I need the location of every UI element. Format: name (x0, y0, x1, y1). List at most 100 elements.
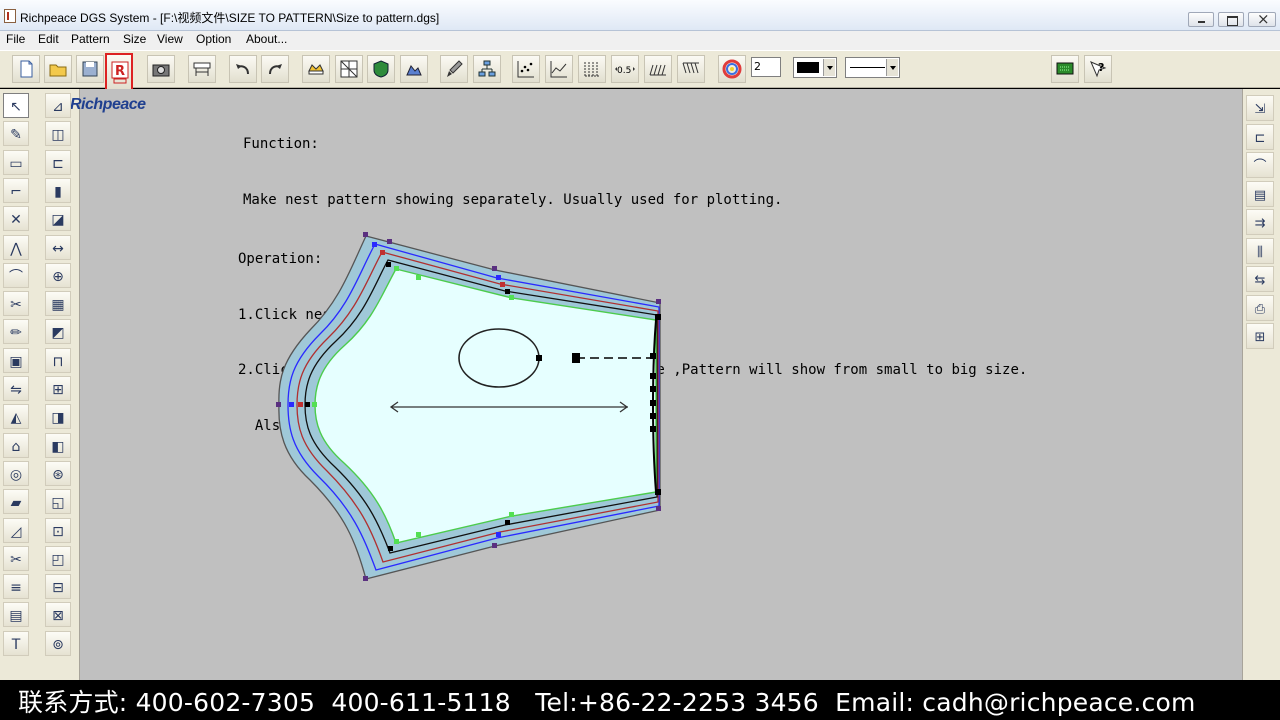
notch-icon[interactable]: ⊛ (45, 460, 71, 486)
svg-text:▤: ▤ (9, 608, 22, 624)
move-piece-icon[interactable]: ⊟ (45, 574, 71, 600)
menu-file[interactable]: File (6, 32, 25, 46)
camera-icon[interactable] (147, 55, 175, 83)
marker-icon[interactable]: ◰ (45, 545, 71, 571)
brush-icon[interactable] (440, 55, 468, 83)
network-icon[interactable] (473, 55, 501, 83)
seam-icon[interactable]: ⊓ (45, 347, 71, 373)
dart-icon[interactable]: ⊏ (45, 149, 71, 175)
stripe-tool-icon[interactable]: ▤ (3, 602, 29, 628)
svg-text:≡: ≡ (10, 580, 22, 596)
stitch-icon[interactable]: ⊚ (45, 630, 71, 656)
ruler-tool-icon[interactable]: ⌐ (3, 177, 29, 203)
line-style-select[interactable] (845, 57, 900, 78)
grading-fan-down-icon[interactable] (677, 55, 705, 83)
button-icon[interactable]: ⊕ (45, 262, 71, 288)
ruler-yellow-icon[interactable]: ▰ (3, 489, 29, 515)
size-table-icon[interactable]: ⫼ (1246, 237, 1274, 264)
svg-text:↔: ↔ (52, 241, 64, 257)
text-tool-icon[interactable]: T (3, 630, 29, 656)
dimension-tool-icon[interactable]: ✕ (3, 206, 29, 232)
menu-option[interactable]: Option (196, 32, 231, 46)
menu-about[interactable]: About... (246, 32, 287, 46)
measure-length-icon[interactable]: ↔ (45, 234, 71, 260)
svg-text:?: ? (1098, 61, 1104, 74)
rotate-piece-icon[interactable]: ◩ (45, 319, 71, 345)
pencil-tool-icon[interactable]: ✏ (3, 319, 29, 345)
menu-view[interactable]: View (157, 32, 183, 46)
spiral-tool-icon[interactable]: ◎ (3, 460, 29, 486)
compass-tool-icon[interactable]: ⋀ (3, 234, 29, 260)
title-bar: Richpeace DGS System - [F:\视频文件\SIZE TO … (0, 0, 1280, 31)
arrange-icon[interactable]: ⇉ (1246, 209, 1274, 235)
pattern-grid-icon[interactable]: ▦ (45, 291, 71, 317)
menu-edit[interactable]: Edit (38, 32, 59, 46)
window-title: Richpeace DGS System - [F:\视频文件\SIZE TO … (20, 11, 440, 25)
shield-icon[interactable] (367, 55, 395, 83)
svg-text:▦: ▦ (51, 297, 64, 313)
svg-text:◭: ◭ (11, 410, 22, 426)
redo-icon[interactable] (261, 55, 289, 83)
save-file-icon[interactable] (76, 55, 104, 83)
new-file-icon[interactable] (12, 55, 40, 83)
plot-layout-icon[interactable]: ⊞ (1246, 323, 1274, 349)
shape-icon[interactable]: ◱ (45, 489, 71, 515)
sleeve-pattern[interactable] (270, 228, 670, 588)
line-color-select[interactable] (793, 57, 837, 78)
grading-fan-icon[interactable] (644, 55, 672, 83)
angle-tool-icon[interactable]: ◿ (3, 517, 29, 543)
richpeace-logo: Richpeace (70, 96, 146, 113)
adjust-tool-icon[interactable]: ⊿ (45, 93, 71, 118)
sleeve-icon[interactable]: ▮ (45, 177, 71, 203)
nest-icon[interactable]: ⇆ (1246, 266, 1274, 292)
minimize-button[interactable] (1188, 12, 1214, 27)
pair-pieces-icon[interactable]: ◧ (45, 432, 71, 458)
undo-icon[interactable] (229, 55, 257, 83)
close-button[interactable] (1248, 10, 1276, 28)
help-icon[interactable]: ? (1084, 55, 1112, 83)
sewing-machine-icon[interactable]: ▣ (3, 347, 29, 373)
pen-tool-icon[interactable]: ✎ (3, 121, 29, 147)
hill-tool-icon[interactable]: ⌂ (3, 432, 29, 458)
print-icon[interactable]: ⎙ (1246, 294, 1274, 321)
color-wheel-icon[interactable] (718, 55, 746, 83)
curve-tool-icon[interactable]: ⌒ (3, 262, 29, 288)
size-to-pattern-icon[interactable]: R (105, 53, 133, 91)
zoom-piece-icon[interactable]: ◨ (45, 404, 71, 430)
pattern-piece-icon[interactable]: ◫ (45, 121, 71, 147)
open-file-icon[interactable] (44, 55, 72, 83)
maximize-button[interactable] (1218, 12, 1244, 27)
crown-select-icon[interactable] (302, 55, 330, 83)
copy-piece-icon[interactable]: ⊡ (45, 517, 71, 543)
rectangle-tool-icon[interactable]: ▭ (3, 149, 29, 175)
step-icon[interactable]: 0.5 (611, 55, 639, 83)
rotate-pattern-icon[interactable] (400, 55, 428, 83)
monitor-icon[interactable] (1051, 55, 1079, 83)
dot-grid-icon[interactable] (578, 55, 606, 83)
line-graph-icon[interactable] (545, 55, 573, 83)
scissors-tool-icon[interactable]: ✂ (3, 291, 29, 317)
svg-text:R: R (115, 64, 125, 79)
menu-pattern[interactable]: Pattern (71, 32, 110, 46)
svg-text:▰: ▰ (11, 495, 22, 511)
select-arrow-icon[interactable]: ↖ (3, 93, 29, 118)
svg-text:✕: ✕ (10, 212, 22, 228)
step-number-input[interactable]: 2 (751, 57, 781, 77)
split-piece-icon[interactable]: ⊠ (45, 602, 71, 628)
mirror-tool-icon[interactable]: ◭ (3, 404, 29, 430)
flip-tool-icon[interactable]: ⇋ (3, 376, 29, 401)
chevron-down-icon[interactable] (886, 59, 898, 76)
import-pattern-icon[interactable]: ⇲ (1246, 95, 1274, 121)
fold-icon[interactable]: ⊞ (45, 376, 71, 401)
grade-curve-icon[interactable]: ⌒ (1246, 152, 1274, 178)
scatter-points-icon[interactable] (512, 55, 540, 83)
pleat-icon[interactable]: ◪ (45, 206, 71, 232)
plotter-icon[interactable] (188, 55, 216, 83)
piece-list-icon[interactable]: ▤ (1246, 180, 1274, 207)
grid-pattern-icon[interactable] (335, 55, 363, 83)
export-pattern-icon[interactable]: ⊏ (1246, 123, 1274, 150)
hatch-tool-icon[interactable]: ≡ (3, 574, 29, 600)
menu-size[interactable]: Size (123, 32, 146, 46)
cut-line-icon[interactable]: ✂ (3, 545, 29, 571)
chevron-down-icon[interactable] (823, 59, 835, 76)
